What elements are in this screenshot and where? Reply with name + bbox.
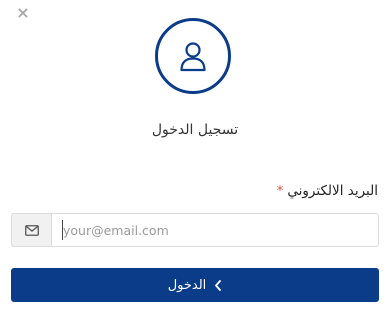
avatar [155,18,231,94]
email-input-group [11,213,379,247]
email-label-text: البريد الالكتروني [287,183,378,199]
login-button[interactable]: الدخول [11,268,379,302]
email-label: البريد الالكتروني* [277,183,378,199]
email-field[interactable] [51,213,379,247]
login-dialog: × تسجيل الدخول البريد الالكتروني* الدخول [0,0,390,310]
email-addon [11,213,51,247]
close-icon[interactable]: × [16,4,30,22]
login-button-label: الدخول [167,277,207,293]
text-caret [62,220,63,240]
required-marker: * [276,183,284,199]
page-title: تسجيل الدخول [151,122,239,138]
user-icon [180,42,206,72]
chevron-left-icon [215,279,222,291]
envelope-icon [24,224,39,236]
